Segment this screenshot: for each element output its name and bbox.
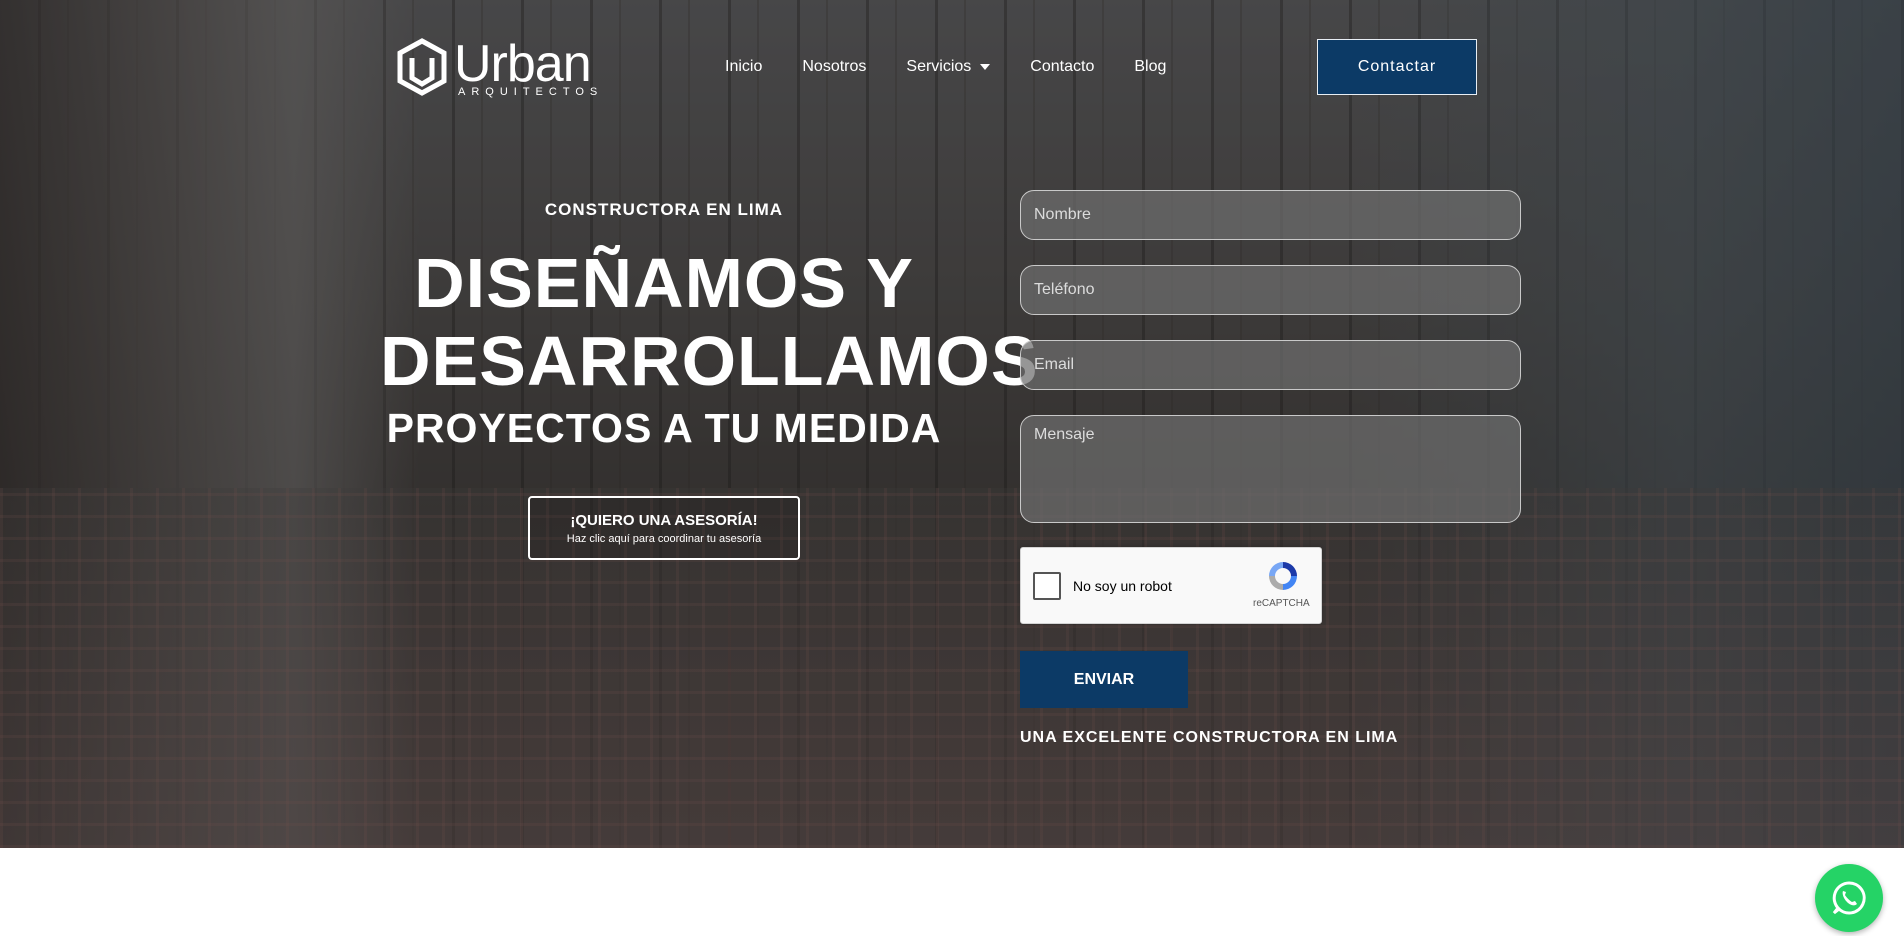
nav-label: Inicio xyxy=(725,58,763,75)
hero-subheadline: PROYECTOS A TU MEDIDA xyxy=(386,405,942,451)
hero-overlay xyxy=(0,0,1904,848)
nav-item-inicio[interactable]: Inicio xyxy=(725,58,762,76)
advisory-cta-button[interactable]: ¡QUIERO UNA ASESORÍA! Haz clic aquí para… xyxy=(528,496,800,560)
hero-eyebrow: CONSTRUCTORA EN LIMA xyxy=(544,200,784,219)
cta-subtitle: Haz clic aquí para coordinar tu asesoría xyxy=(566,532,762,545)
chevron-down-icon xyxy=(980,64,991,70)
cta-title: ¡QUIERO UNA ASESORÍA! xyxy=(570,511,758,529)
phone-input[interactable] xyxy=(1020,265,1521,315)
recaptcha-checkbox[interactable] xyxy=(1033,572,1061,600)
logo-text: Urban xyxy=(454,35,592,93)
nav-label: Servicios xyxy=(906,58,972,75)
recaptcha-label: No soy un robot xyxy=(1073,578,1172,594)
logo-subtext: ARQUITECTOS xyxy=(458,86,604,98)
nav-item-nosotros[interactable]: Nosotros xyxy=(802,58,866,76)
headline-line-1: DISEÑAMOS Y xyxy=(414,244,914,322)
name-input[interactable] xyxy=(1020,190,1521,240)
whatsapp-button[interactable] xyxy=(1815,864,1883,932)
recaptcha-widget: No soy un robot reCAPTCHA xyxy=(1020,547,1322,624)
recaptcha-brand: reCAPTCHA xyxy=(1253,598,1310,609)
message-input[interactable] xyxy=(1020,415,1521,523)
recaptcha-icon xyxy=(1269,562,1297,590)
nav-label: Contacto xyxy=(1030,58,1095,75)
site-logo[interactable]: Urban ARQUITECTOS xyxy=(396,35,597,100)
submit-button[interactable]: ENVIAR xyxy=(1020,651,1188,708)
hero-background xyxy=(0,0,1904,848)
urban-logo-icon xyxy=(397,38,447,96)
nav-label: Nosotros xyxy=(802,58,867,75)
nav-item-blog[interactable]: Blog xyxy=(1134,58,1166,76)
email-input[interactable] xyxy=(1020,340,1521,390)
nav-item-servicios[interactable]: Servicios xyxy=(906,58,991,76)
form-tagline: UNA EXCELENTE CONSTRUCTORA EN LIMA xyxy=(1020,729,1399,746)
hero-headline: DISEÑAMOS Y DESARROLLAMOS xyxy=(380,244,1039,400)
nav-item-contacto[interactable]: Contacto xyxy=(1030,58,1094,76)
contact-button[interactable]: Contactar xyxy=(1317,39,1477,95)
whatsapp-icon xyxy=(1832,881,1866,915)
nav-label: Blog xyxy=(1134,58,1167,75)
headline-line-2: DESARROLLAMOS xyxy=(380,322,1039,400)
main-nav: Inicio Nosotros Servicios Contacto Blog xyxy=(725,58,1206,76)
